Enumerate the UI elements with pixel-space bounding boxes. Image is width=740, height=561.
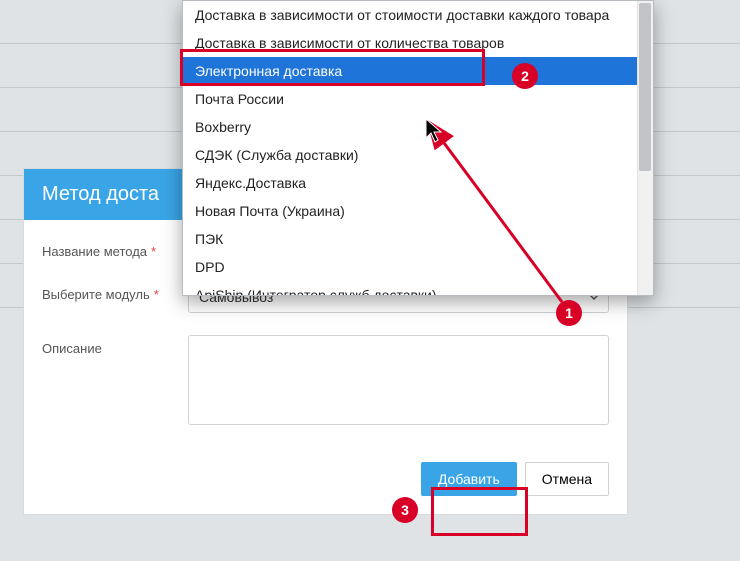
module-dropdown: Доставка в зависимости от стоимости дост… [182,0,654,296]
field-row-description: Описание [42,335,609,428]
dropdown-option[interactable]: ПЭК [183,225,653,253]
dropdown-option[interactable]: Электронная доставка [183,57,653,85]
cancel-button[interactable]: Отмена [525,462,609,496]
dropdown-option[interactable]: Новая Почта (Украина) [183,197,653,225]
modal-footer: Добавить Отмена [24,450,627,514]
dropdown-option[interactable]: ApiShip (Интегратор служб доставки) [183,281,653,296]
label-select-module: Выберите модуль* [42,281,188,302]
required-mark: * [154,287,159,302]
submit-button[interactable]: Добавить [421,462,517,496]
required-mark: * [151,244,156,259]
dropdown-option[interactable]: Почта России [183,85,653,113]
scrollbar-thumb[interactable] [639,3,651,171]
dropdown-inner: Доставка в зависимости от стоимости дост… [183,1,653,296]
dropdown-option[interactable]: Доставка в зависимости от стоимости дост… [183,1,653,29]
description-textarea[interactable] [188,335,609,425]
dropdown-option[interactable]: DPD [183,253,653,281]
label-description: Описание [42,335,188,356]
dropdown-option[interactable]: Доставка в зависимости от количества тов… [183,29,653,57]
dropdown-scrollbar[interactable] [637,1,653,295]
dropdown-option[interactable]: СДЭК (Служба доставки) [183,141,653,169]
dropdown-option[interactable]: Яндекс.Доставка [183,169,653,197]
dropdown-option[interactable]: Boxberry [183,113,653,141]
label-method-name: Название метода* [42,238,188,259]
